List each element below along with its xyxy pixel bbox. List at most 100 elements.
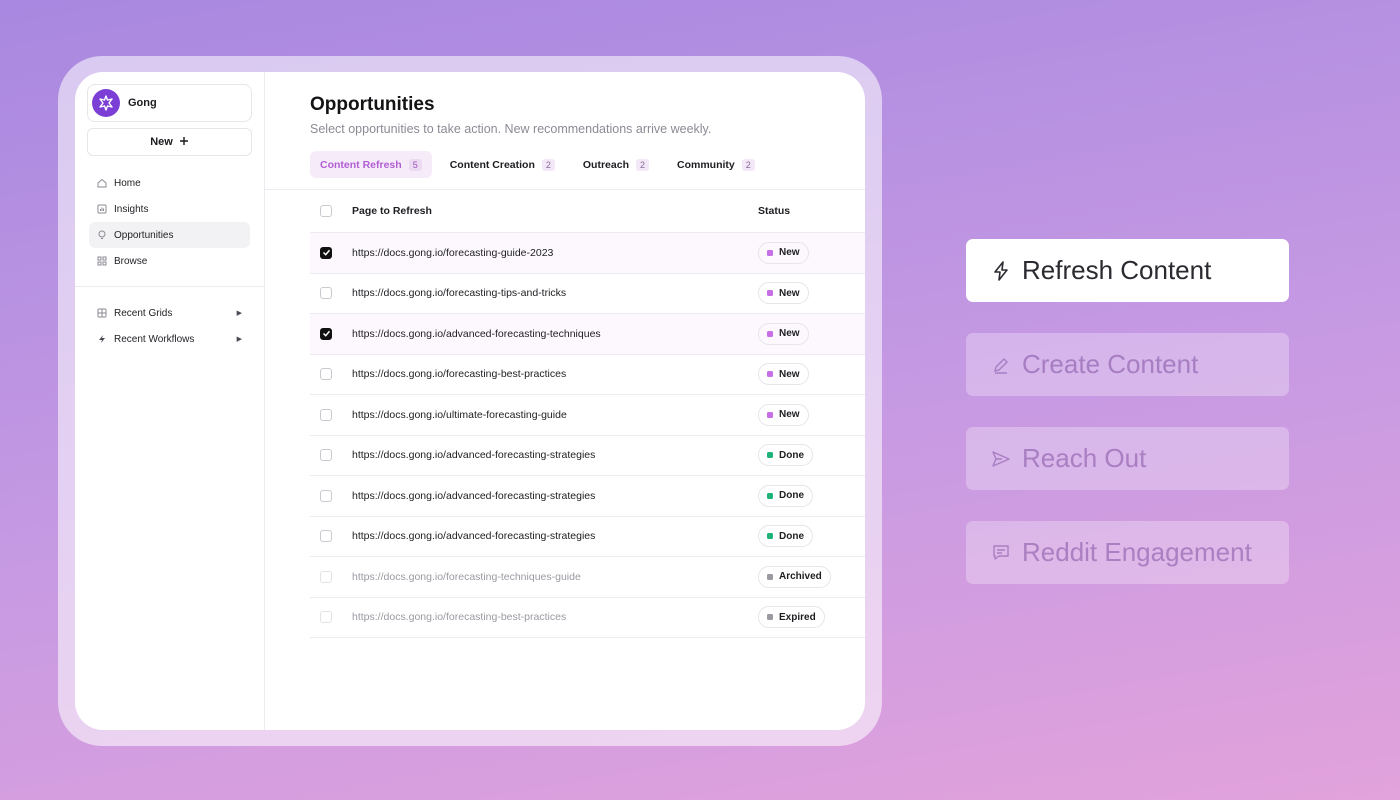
status-badge: Expired — [758, 606, 825, 629]
tab-label: Content Creation — [449, 158, 535, 171]
status-label: Done — [779, 449, 804, 461]
row-url[interactable]: https://docs.gong.io/advanced-forecastin… — [352, 449, 758, 461]
row-url[interactable]: https://docs.gong.io/forecasting-techniq… — [352, 571, 758, 583]
table-body: https://docs.gong.io/forecasting-guide-2… — [310, 233, 865, 638]
sidebar-item-label: Recent Grids — [114, 307, 173, 319]
status-dot — [767, 330, 773, 337]
row-checkbox[interactable] — [320, 368, 332, 381]
page-title: Opportunities — [310, 94, 435, 115]
sidebar-item-label: Opportunities — [114, 229, 174, 241]
table-row[interactable]: https://docs.gong.io/advanced-forecastin… — [310, 517, 865, 557]
status-badge: New — [758, 363, 809, 386]
create-content-button[interactable]: Create Content — [966, 333, 1289, 396]
grid-icon — [97, 256, 107, 266]
select-all-checkbox[interactable] — [320, 205, 332, 217]
tab-label: Outreach — [582, 158, 629, 171]
table-row[interactable]: https://docs.gong.io/forecasting-guide-2… — [310, 233, 865, 274]
tab-content-refresh[interactable]: Content Refresh 5 — [310, 151, 432, 178]
status-badge: New — [758, 322, 809, 345]
row-checkbox[interactable] — [320, 530, 332, 543]
status-label: New — [779, 368, 800, 380]
row-url[interactable]: https://docs.gong.io/advanced-forecastin… — [352, 328, 758, 340]
action-label: Reach Out — [1022, 443, 1147, 473]
sidebar-divider — [75, 286, 264, 287]
reddit-engagement-button[interactable]: Reddit Engagement — [966, 521, 1289, 584]
tab-count: 5 — [408, 158, 422, 171]
reach-out-button[interactable]: Reach Out — [966, 427, 1289, 490]
lightbulb-icon — [97, 230, 107, 240]
page-subtitle: Select opportunities to take action. New… — [310, 122, 712, 136]
row-checkbox[interactable] — [320, 611, 332, 624]
status-badge: New — [758, 241, 809, 264]
table-row[interactable]: https://docs.gong.io/forecasting-tips-an… — [310, 274, 865, 314]
caret-right-icon[interactable]: ▶ — [237, 335, 242, 343]
tab-community[interactable]: Community 2 — [667, 151, 765, 178]
app-window: Gong New Home Insights Opportunities Bro… — [75, 72, 865, 730]
plus-icon — [179, 136, 189, 149]
row-url[interactable]: https://docs.gong.io/forecasting-tips-an… — [352, 287, 758, 299]
tab-label: Community — [677, 158, 735, 171]
table-row[interactable]: https://docs.gong.io/forecasting-best-pr… — [310, 355, 865, 395]
table-row[interactable]: https://docs.gong.io/advanced-forecastin… — [310, 476, 865, 517]
row-checkbox[interactable] — [320, 408, 332, 421]
opportunities-table: Page to Refresh Status https://docs.gong… — [310, 190, 865, 638]
refresh-content-button[interactable]: Refresh Content — [966, 239, 1289, 302]
row-url[interactable]: https://docs.gong.io/ultimate-forecastin… — [352, 409, 758, 421]
row-checkbox[interactable] — [320, 246, 332, 259]
status-dot — [767, 371, 773, 378]
status-label: Expired — [779, 611, 816, 623]
table-row[interactable]: https://docs.gong.io/ultimate-forecastin… — [310, 395, 865, 436]
workspace-switcher[interactable]: Gong — [87, 84, 252, 122]
row-url[interactable]: https://docs.gong.io/advanced-forecastin… — [352, 490, 758, 502]
row-checkbox[interactable] — [320, 489, 332, 502]
status-dot — [767, 573, 773, 580]
new-button[interactable]: New — [87, 128, 252, 156]
row-url[interactable]: https://docs.gong.io/forecasting-best-pr… — [352, 368, 758, 380]
tab-bar: Content Refresh 5 Content Creation 2 Out… — [310, 151, 765, 178]
row-url[interactable]: https://docs.gong.io/advanced-forecastin… — [352, 530, 758, 542]
pencil-icon — [990, 354, 1012, 376]
row-checkbox[interactable] — [320, 327, 332, 340]
sidebar-item-home[interactable]: Home — [89, 170, 250, 196]
caret-right-icon[interactable]: ▶ — [237, 309, 242, 317]
table-row[interactable]: https://docs.gong.io/advanced-forecastin… — [310, 314, 865, 355]
sidebar-item-browse[interactable]: Browse — [89, 248, 250, 274]
sidebar-item-opportunities[interactable]: Opportunities — [89, 222, 250, 248]
sidebar-item-recent-grids[interactable]: Recent Grids ▶ — [89, 300, 250, 326]
tab-outreach[interactable]: Outreach 2 — [573, 151, 659, 178]
status-dot — [767, 452, 773, 459]
table-icon — [97, 308, 107, 318]
row-url[interactable]: https://docs.gong.io/forecasting-best-pr… — [352, 611, 758, 623]
row-checkbox[interactable] — [320, 287, 332, 300]
message-icon — [990, 542, 1012, 564]
tab-count: 2 — [541, 158, 555, 171]
chart-icon — [97, 204, 107, 214]
status-label: New — [779, 247, 800, 259]
status-badge: New — [758, 403, 809, 426]
sidebar-item-insights[interactable]: Insights — [89, 196, 250, 222]
sidebar-item-recent-workflows[interactable]: Recent Workflows ▶ — [89, 326, 250, 352]
column-header-status: Status — [758, 205, 791, 217]
status-dot — [767, 411, 773, 418]
action-label: Reddit Engagement — [1022, 537, 1252, 567]
action-label: Refresh Content — [1022, 255, 1212, 285]
recent-section: Recent Grids ▶ Recent Workflows ▶ — [87, 300, 252, 352]
tab-content-creation[interactable]: Content Creation 2 — [440, 151, 565, 178]
bolt-icon — [97, 334, 107, 344]
new-button-label: New — [150, 136, 173, 148]
home-icon — [97, 178, 107, 188]
status-badge: Done — [758, 484, 813, 507]
sidebar-item-label: Recent Workflows — [114, 333, 195, 345]
row-checkbox[interactable] — [320, 449, 332, 462]
table-row[interactable]: https://docs.gong.io/advanced-forecastin… — [310, 436, 865, 476]
bolt-outline-icon — [990, 260, 1012, 282]
table-row[interactable]: https://docs.gong.io/forecasting-best-pr… — [310, 598, 865, 638]
table-row[interactable]: https://docs.gong.io/forecasting-techniq… — [310, 557, 865, 598]
row-checkbox[interactable] — [320, 570, 332, 583]
column-header-page: Page to Refresh — [352, 205, 432, 217]
sidebar-item-label: Browse — [114, 255, 148, 267]
send-icon — [990, 448, 1012, 470]
row-url[interactable]: https://docs.gong.io/forecasting-guide-2… — [352, 247, 758, 259]
status-dot — [767, 614, 773, 621]
status-label: New — [779, 409, 800, 421]
